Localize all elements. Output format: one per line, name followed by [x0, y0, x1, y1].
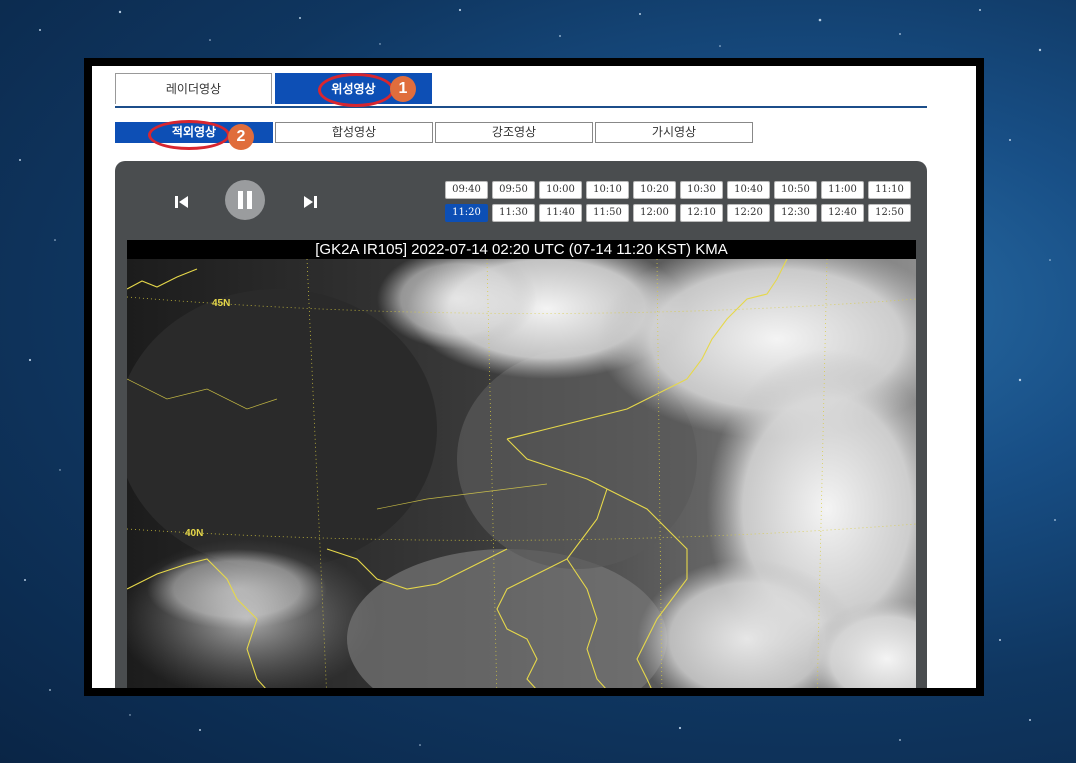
time-button[interactable]: 11:10: [868, 181, 911, 199]
pause-button[interactable]: [225, 180, 265, 220]
lat-label-40n: 40N: [185, 528, 203, 539]
lat-label-45n: 45N: [212, 298, 230, 309]
time-button[interactable]: 10:50: [774, 181, 817, 199]
time-button[interactable]: 11:40: [539, 204, 582, 222]
annotation-oval-2: [148, 120, 230, 150]
time-button[interactable]: 12:40: [821, 204, 864, 222]
time-button[interactable]: 10:40: [727, 181, 770, 199]
skip-forward-icon: [304, 196, 317, 208]
time-button[interactable]: 11:30: [492, 204, 535, 222]
satellite-image-title: [GK2A IR105] 2022-07-14 02:20 UTC (07-14…: [127, 240, 916, 259]
time-button[interactable]: 10:00: [539, 181, 582, 199]
time-button[interactable]: 10:30: [680, 181, 723, 199]
subtab-enhanced[interactable]: 강조영상: [435, 122, 593, 143]
time-button[interactable]: 11:00: [821, 181, 864, 199]
time-button[interactable]: 12:10: [680, 204, 723, 222]
time-button[interactable]: 09:40: [445, 181, 488, 199]
time-button[interactable]: 12:50: [868, 204, 911, 222]
time-button[interactable]: 12:00: [633, 204, 676, 222]
time-button[interactable]: 12:30: [774, 204, 817, 222]
subtab-visible[interactable]: 가시영상: [595, 122, 753, 143]
time-button[interactable]: 12:20: [727, 204, 770, 222]
annotation-oval-1: [318, 73, 394, 107]
main-tabs: 레이더영상 위성영상: [115, 73, 927, 108]
next-frame-button[interactable]: [299, 191, 321, 213]
satellite-player: 09:40 09:50 10:00 10:10 10:20 10:30 10:4…: [115, 161, 927, 688]
pause-icon: [238, 191, 252, 209]
satellite-image: 45N 40N: [127, 259, 916, 688]
content-panel: 레이더영상 위성영상 적외영상 합성영상 강조영상 가시영상 1 2 09:40…: [92, 66, 976, 688]
time-button[interactable]: 10:20: [633, 181, 676, 199]
prev-frame-button[interactable]: [171, 191, 193, 213]
annotation-badge-1: 1: [390, 76, 416, 102]
annotation-badge-2: 2: [228, 124, 254, 150]
skip-back-icon: [175, 196, 188, 208]
time-button[interactable]: 09:50: [492, 181, 535, 199]
tab-radar[interactable]: 레이더영상: [115, 73, 272, 104]
screenshot-frame: 레이더영상 위성영상 적외영상 합성영상 강조영상 가시영상 1 2 09:40…: [84, 58, 984, 696]
time-button-selected[interactable]: 11:20: [445, 204, 488, 222]
satellite-image-viewer: [GK2A IR105] 2022-07-14 02:20 UTC (07-14…: [127, 240, 916, 688]
subtab-composite[interactable]: 합성영상: [275, 122, 433, 143]
time-button[interactable]: 11:50: [586, 204, 629, 222]
time-button[interactable]: 10:10: [586, 181, 629, 199]
